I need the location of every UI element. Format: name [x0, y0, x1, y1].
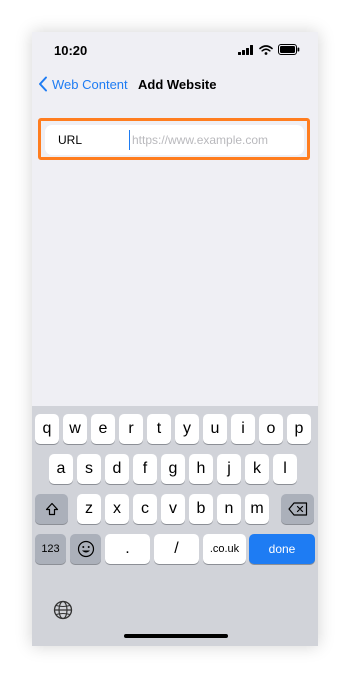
key-u[interactable]: u [203, 414, 227, 444]
keyboard-row-2: a s d f g h j k l [32, 454, 318, 484]
chevron-left-icon [39, 76, 47, 92]
url-input[interactable] [129, 130, 302, 150]
key-x[interactable]: x [105, 494, 129, 524]
page-title: Add Website [138, 77, 217, 92]
key-f[interactable]: f [133, 454, 157, 484]
key-d[interactable]: d [105, 454, 129, 484]
key-e[interactable]: e [91, 414, 115, 444]
back-label: Web Content [52, 76, 128, 92]
emoji-key[interactable] [70, 534, 101, 564]
keyboard-row-4: 123 . / .co.uk done [32, 534, 318, 564]
done-key[interactable]: done [249, 534, 315, 564]
key-t[interactable]: t [147, 414, 171, 444]
key-v[interactable]: v [161, 494, 185, 524]
key-o[interactable]: o [259, 414, 283, 444]
emoji-icon [77, 540, 94, 558]
url-label: URL [58, 133, 83, 147]
key-m[interactable]: m [245, 494, 269, 524]
key-p[interactable]: p [287, 414, 311, 444]
key-i[interactable]: i [231, 414, 255, 444]
shift-key[interactable] [35, 494, 68, 524]
key-w[interactable]: w [63, 414, 87, 444]
shift-icon [45, 502, 58, 516]
slash-key[interactable]: / [154, 534, 199, 564]
key-g[interactable]: g [161, 454, 185, 484]
keyboard-row-1: q w e r t y u i o p [32, 414, 318, 444]
key-y[interactable]: y [175, 414, 199, 444]
key-s[interactable]: s [77, 454, 101, 484]
key-j[interactable]: j [217, 454, 241, 484]
url-field[interactable]: URL [45, 125, 304, 155]
numbers-key[interactable]: 123 [35, 534, 66, 564]
key-k[interactable]: k [245, 454, 269, 484]
key-c[interactable]: c [133, 494, 157, 524]
status-bar: 10:20 [32, 32, 318, 68]
keyboard: q w e r t y u i o p a s d f g h j k l z … [32, 406, 318, 646]
phone-screen: 10:20 Web Content Add Website URL https:… [32, 32, 318, 646]
home-indicator [124, 634, 228, 638]
key-q[interactable]: q [35, 414, 59, 444]
battery-icon [278, 44, 300, 55]
globe-icon[interactable] [53, 600, 73, 620]
backspace-key[interactable] [281, 494, 314, 524]
dot-key[interactable]: . [105, 534, 150, 564]
backspace-icon [287, 502, 307, 516]
key-a[interactable]: a [49, 454, 73, 484]
back-button[interactable]: Web Content [38, 76, 128, 92]
key-h[interactable]: h [189, 454, 213, 484]
key-z[interactable]: z [77, 494, 101, 524]
cellular-signal-icon [238, 44, 253, 55]
wifi-icon [259, 44, 273, 55]
couk-key[interactable]: .co.uk [203, 534, 246, 564]
key-l[interactable]: l [273, 454, 297, 484]
status-time: 10:20 [54, 43, 88, 58]
key-r[interactable]: r [119, 414, 143, 444]
key-n[interactable]: n [217, 494, 241, 524]
keyboard-row-3: z x c v b n m [32, 494, 318, 524]
key-b[interactable]: b [189, 494, 213, 524]
status-icons [238, 44, 300, 55]
navigation-bar: Web Content Add Website [32, 70, 318, 102]
